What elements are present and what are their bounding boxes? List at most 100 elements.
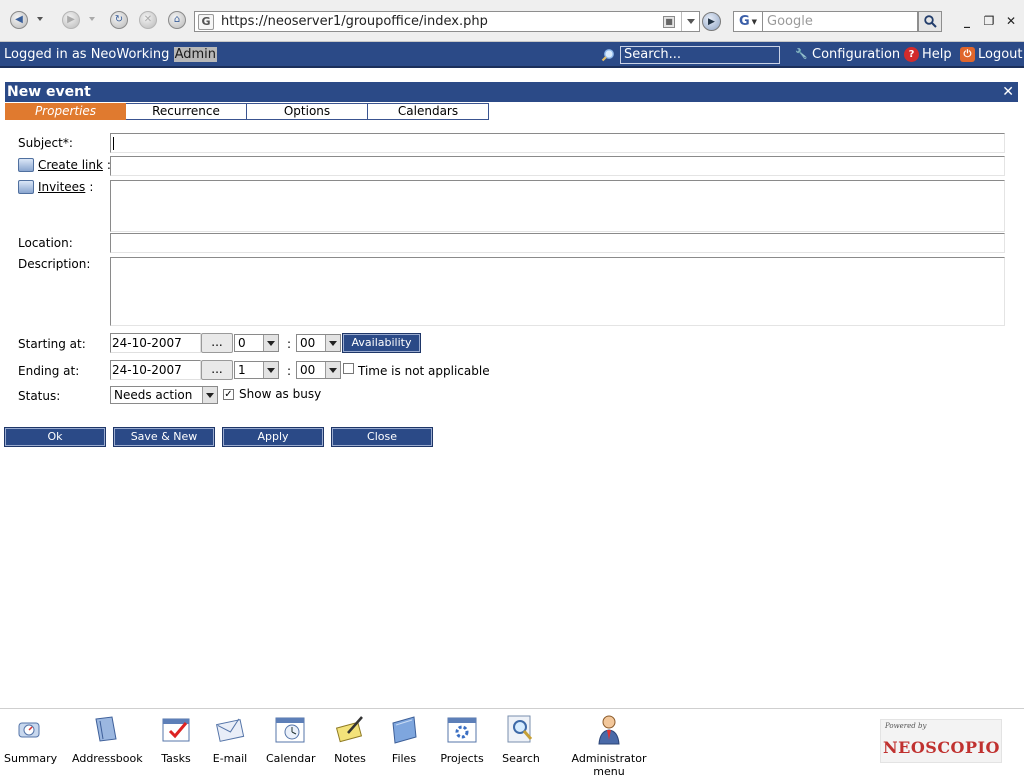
apply-button[interactable]: Apply bbox=[222, 427, 324, 447]
chevron-down-icon bbox=[263, 335, 278, 351]
start-minute-select[interactable]: 00 bbox=[296, 334, 341, 352]
start-minute-value: 00 bbox=[300, 336, 316, 350]
header-search-input[interactable]: Search... bbox=[620, 46, 780, 64]
module-email[interactable]: E-mail bbox=[212, 713, 248, 765]
location-label: Location: bbox=[18, 236, 73, 250]
minimize-window-button[interactable]: _ bbox=[960, 14, 974, 28]
ending-at-label: Ending at: bbox=[18, 364, 80, 378]
end-hour-value: 1 bbox=[238, 363, 246, 377]
configuration-link[interactable]: 🔧 Configuration bbox=[794, 47, 900, 62]
logout-link[interactable]: ⏻ Logout bbox=[960, 47, 1023, 62]
tab-properties[interactable]: Properties bbox=[5, 103, 126, 120]
browser-search-input[interactable]: Google bbox=[762, 11, 918, 32]
invitees-textarea[interactable] bbox=[110, 180, 1005, 232]
create-link-input[interactable] bbox=[110, 156, 1005, 176]
address-bar[interactable]: G https://neoserver1/groupoffice/index.p… bbox=[194, 11, 700, 32]
help-icon: ? bbox=[904, 47, 919, 62]
url-text[interactable]: https://neoserver1/groupoffice/index.php bbox=[221, 14, 663, 29]
magnifier-icon bbox=[923, 15, 937, 28]
invitees-browse-icon[interactable] bbox=[18, 180, 34, 194]
close-window-button[interactable]: ✕ bbox=[1004, 14, 1018, 28]
start-hour-value: 0 bbox=[238, 336, 246, 350]
show-as-busy-checkbox[interactable]: ✓ bbox=[223, 389, 234, 400]
configuration-label: Configuration bbox=[812, 47, 901, 62]
forward-button[interactable]: ▶ bbox=[62, 11, 80, 29]
go-button[interactable]: ▶ bbox=[702, 12, 721, 31]
back-button[interactable]: ◀ bbox=[10, 11, 28, 29]
end-minute-value: 00 bbox=[300, 363, 316, 377]
end-date-picker-button[interactable]: ... bbox=[201, 360, 233, 380]
subject-label: Subject*: bbox=[18, 136, 73, 150]
site-favicon-icon: G bbox=[198, 13, 214, 30]
back-history-dropdown[interactable] bbox=[37, 17, 43, 21]
help-label: Help bbox=[922, 47, 952, 62]
availability-button[interactable]: Availability bbox=[342, 333, 421, 353]
time-not-applicable-label: Time is not applicable bbox=[358, 364, 490, 378]
show-as-busy-label: Show as busy bbox=[239, 387, 322, 401]
start-date-picker-button[interactable]: ... bbox=[201, 333, 233, 353]
module-tasks[interactable]: Tasks bbox=[158, 713, 194, 765]
tab-recurrence[interactable]: Recurrence bbox=[126, 103, 247, 120]
save-and-new-button[interactable]: Save & New bbox=[113, 427, 215, 447]
status-select[interactable]: Needs action bbox=[110, 386, 218, 404]
url-history-dropdown[interactable] bbox=[681, 12, 699, 31]
invitees-link[interactable]: Invitees bbox=[38, 180, 85, 194]
dialog-close-icon[interactable]: ✕ bbox=[1002, 84, 1014, 100]
module-calendar[interactable]: Calendar bbox=[266, 713, 315, 765]
time-not-applicable-checkbox[interactable] bbox=[343, 363, 354, 374]
stop-button[interactable]: ✕ bbox=[139, 11, 157, 29]
reload-button[interactable]: ↻ bbox=[110, 11, 128, 29]
home-button[interactable]: ⌂ bbox=[168, 11, 186, 29]
status-value: Needs action bbox=[114, 388, 193, 402]
description-textarea[interactable] bbox=[110, 257, 1005, 326]
module-administrator-menu[interactable]: Administrator menu bbox=[556, 713, 662, 778]
wrench-icon: 🔧 bbox=[795, 49, 808, 60]
module-summary[interactable]: Summary bbox=[4, 713, 58, 765]
chevron-down-icon bbox=[325, 335, 340, 351]
starting-at-label: Starting at: bbox=[18, 337, 86, 351]
summary-icon bbox=[18, 722, 40, 738]
help-link[interactable]: ? Help bbox=[904, 47, 952, 62]
ok-button[interactable]: Ok bbox=[4, 427, 106, 447]
location-input[interactable] bbox=[110, 233, 1005, 253]
module-projects[interactable]: Projects bbox=[440, 713, 484, 765]
create-link-link[interactable]: Create link bbox=[38, 158, 103, 172]
text-caret bbox=[113, 137, 114, 150]
end-date-input[interactable]: 24-10-2007 bbox=[110, 360, 201, 380]
module-label: Summary bbox=[4, 752, 58, 765]
module-notes[interactable]: Notes bbox=[332, 713, 368, 765]
module-files[interactable]: Files bbox=[386, 713, 422, 765]
create-link-row: Create link: bbox=[18, 158, 111, 172]
notes-icon bbox=[335, 716, 363, 743]
forward-history-dropdown[interactable] bbox=[89, 17, 95, 21]
dialog-tabs: Properties Recurrence Options Calendars bbox=[5, 103, 489, 120]
restore-window-button[interactable]: ❐ bbox=[982, 14, 996, 28]
app-header: Logged in as NeoWorking Admin Search... … bbox=[0, 42, 1024, 68]
module-addressbook[interactable]: Addressbook bbox=[72, 713, 143, 765]
start-hour-select[interactable]: 0 bbox=[234, 334, 279, 352]
tab-options[interactable]: Options bbox=[247, 103, 368, 120]
time-separator: : bbox=[287, 364, 292, 378]
search-module-icon bbox=[507, 715, 533, 743]
browser-toolbar: ◀ ▶ ↻ ✕ ⌂ G https://neoserver1/groupoffi… bbox=[0, 0, 1024, 42]
logged-in-text: Logged in as NeoWorking bbox=[4, 47, 170, 62]
logged-in-user[interactable]: Admin bbox=[173, 47, 217, 62]
module-label: Tasks bbox=[161, 752, 191, 765]
search-engine-selector[interactable]: G ▼ bbox=[733, 11, 763, 32]
subject-input[interactable] bbox=[110, 133, 1005, 153]
addressbook-icon bbox=[95, 716, 117, 742]
chevron-down-icon bbox=[263, 362, 278, 378]
browser-search-button[interactable] bbox=[918, 11, 942, 32]
close-button[interactable]: Close bbox=[331, 427, 433, 447]
module-search[interactable]: Search bbox=[500, 713, 542, 765]
tab-calendars[interactable]: Calendars bbox=[368, 103, 489, 120]
link-browse-icon[interactable] bbox=[18, 158, 34, 172]
lock-icon[interactable]: ■ bbox=[663, 15, 675, 28]
module-label: Administrator menu bbox=[571, 752, 647, 778]
tasks-icon bbox=[162, 718, 190, 742]
start-date-input[interactable]: 24-10-2007 bbox=[110, 333, 201, 353]
administrator-icon bbox=[598, 715, 620, 745]
end-minute-select[interactable]: 00 bbox=[296, 361, 341, 379]
status-label: Status: bbox=[18, 389, 61, 403]
end-hour-select[interactable]: 1 bbox=[234, 361, 279, 379]
